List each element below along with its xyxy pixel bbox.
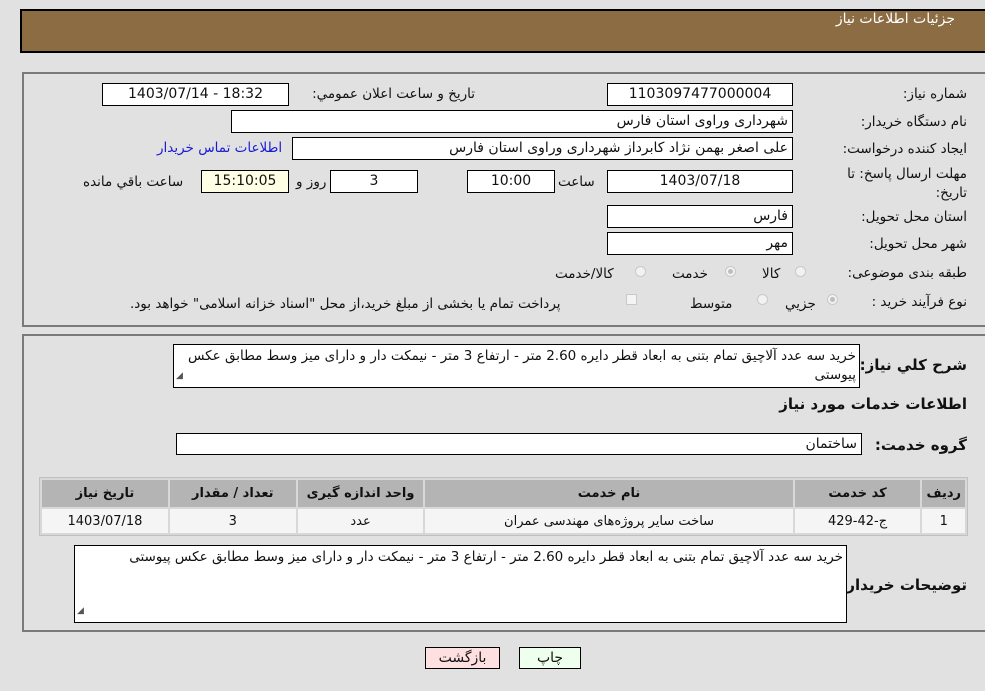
category-label: طبقه بندی موضوعی:	[847, 265, 967, 281]
deadline-date-field[interactable]: 1403/07/18	[607, 170, 793, 193]
col-header-need-date: تاريخ نياز	[42, 480, 168, 507]
cell-need-date: 1403/07/18	[42, 509, 168, 533]
cell-unit: عدد	[297, 509, 424, 533]
need-number-field[interactable]: 1103097477000004	[607, 83, 793, 106]
buyer-notes-textarea[interactable]: خريد سه عدد آلاچيق تمام بتنی به ابعاد قط…	[74, 545, 847, 623]
service-group-label: گروه خدمت:	[874, 436, 967, 454]
col-header-service-code: کد خدمت	[794, 480, 921, 507]
buyer-contact-link[interactable]: اطلاعات تماس خريدار	[157, 140, 282, 156]
delivery-province-field[interactable]: فارس	[607, 205, 793, 228]
resize-grip-icon[interactable]: ◢	[176, 367, 183, 386]
category-radio-service[interactable]	[725, 266, 736, 277]
purchase-process-label: نوع فرآيند خريد :	[871, 294, 967, 310]
summary-text: خريد سه عدد آلاچيق تمام بتنی به ابعاد قط…	[187, 348, 856, 383]
requester-label: ايجاد کننده درخواست:	[842, 141, 967, 157]
buyer-notes-text: خريد سه عدد آلاچيق تمام بتنی به ابعاد قط…	[129, 549, 843, 565]
category-option-goods: کالا	[762, 266, 781, 282]
services-table: رديف کد خدمت نام خدمت واحد اندازه گيری ت…	[39, 477, 968, 536]
services-heading: اطلاعات خدمات مورد نياز	[779, 395, 967, 413]
category-option-service: خدمت	[672, 266, 708, 282]
buyer-notes-label: توضيحات خريدار:	[840, 576, 967, 594]
remaining-time-field[interactable]: 15:10:05	[201, 170, 289, 193]
cell-service-name: ساخت ساير پروژه‌های مهندسی عمران	[425, 509, 793, 533]
service-group-field[interactable]: ساختمان	[176, 433, 862, 455]
delivery-province-label: استان محل تحويل:	[861, 209, 967, 225]
col-header-row-num: رديف	[922, 480, 965, 507]
remaining-time-label: ساعت باقي مانده	[83, 174, 184, 190]
category-radio-goods[interactable]	[795, 266, 806, 277]
buyer-org-field[interactable]: شهرداری وراوی استان فارس	[231, 110, 793, 133]
process-radio-medium[interactable]	[757, 294, 768, 305]
table-row: 1 ج-42-429 ساخت ساير پروژه‌های مهندسی عم…	[42, 509, 965, 533]
deadline-time-field[interactable]: 10:00	[467, 170, 555, 193]
cell-row-num: 1	[922, 509, 965, 533]
requester-field[interactable]: علی اصغر بهمن نژاد کابرداز شهرداری وراوی…	[292, 137, 793, 160]
process-radio-minor[interactable]	[827, 294, 838, 305]
delivery-city-field[interactable]: مهر	[607, 232, 793, 255]
back-button[interactable]: بازگشت	[425, 647, 500, 669]
col-header-service-name: نام خدمت	[425, 480, 793, 507]
col-header-unit: واحد اندازه گيری	[297, 480, 424, 507]
treasury-checkbox[interactable]	[626, 294, 637, 305]
delivery-city-label: شهر محل تحويل:	[869, 236, 967, 252]
cell-service-code: ج-42-429	[794, 509, 921, 533]
announce-datetime-field[interactable]: 1403/07/14 - 18:32	[102, 83, 289, 106]
page-title: جزئيات اطلاعات نياز	[835, 11, 955, 27]
treasury-note: پرداخت تمام يا بخشی از مبلغ خريد،از محل …	[130, 296, 561, 312]
deadline-time-label: ساعت	[558, 174, 595, 190]
col-header-quantity: تعداد / مقدار	[169, 480, 296, 507]
deadline-label: مهلت ارسال پاسخ: تا تاريخ:	[847, 166, 967, 201]
cell-quantity: 3	[169, 509, 296, 533]
days-label: روز و	[296, 174, 327, 190]
announce-datetime-label: تاريخ و ساعت اعلان عمومي:	[312, 86, 475, 102]
resize-grip-icon[interactable]: ◢	[77, 602, 84, 621]
print-button[interactable]: چاپ	[519, 647, 581, 669]
process-option-medium: متوسط	[690, 296, 733, 312]
category-radio-goods-service[interactable]	[635, 266, 646, 277]
remaining-days-field[interactable]: 3	[330, 170, 418, 193]
category-option-goods-service: کالا/خدمت	[555, 266, 614, 282]
need-number-label: شماره نياز:	[902, 86, 967, 102]
buyer-org-label: نام دستگاه خريدار:	[860, 114, 967, 130]
summary-label: شرح کلي نياز:	[859, 356, 967, 374]
summary-textarea[interactable]: خريد سه عدد آلاچيق تمام بتنی به ابعاد قط…	[173, 344, 860, 388]
table-header-row: رديف کد خدمت نام خدمت واحد اندازه گيری ت…	[42, 480, 965, 507]
process-option-minor: جزيي	[785, 296, 816, 312]
